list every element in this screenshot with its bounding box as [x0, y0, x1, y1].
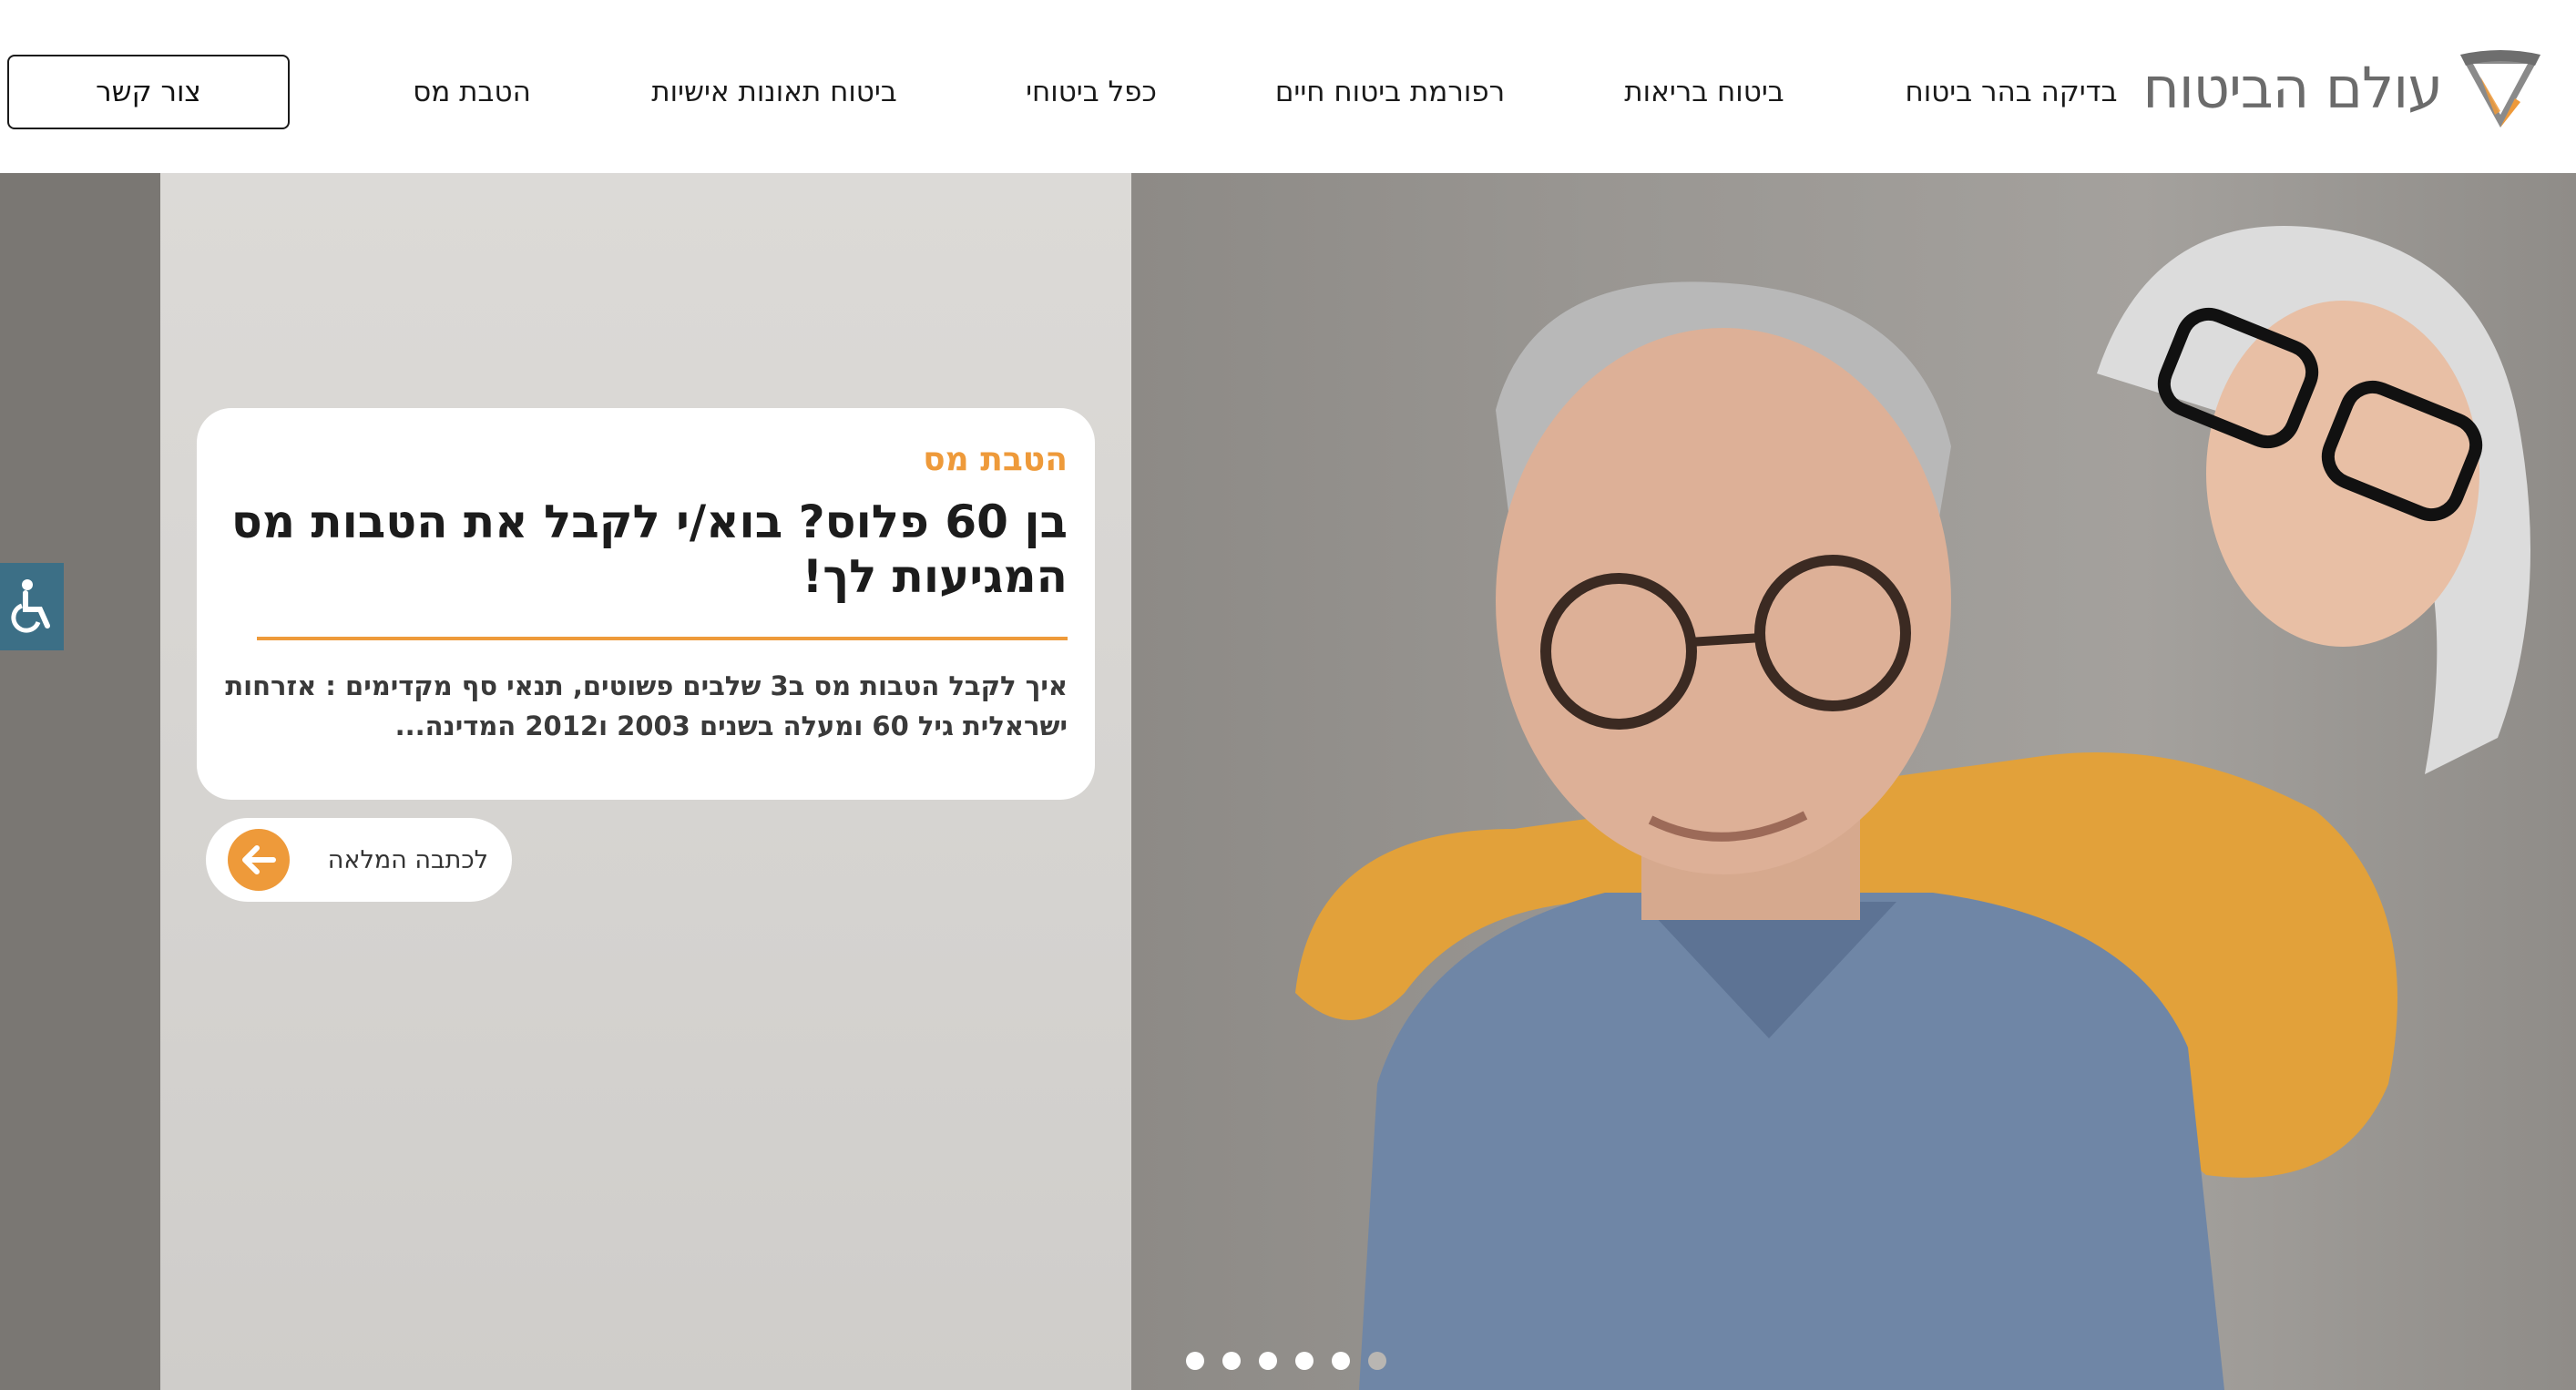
hero-slider: הטבת מס בן 60 פלוס? בוא/י לקבל את הטבות … — [0, 173, 2576, 1390]
nav-item-personal-accidents[interactable]: ביטוח תאונות אישיות — [647, 62, 902, 122]
logo-text: עולם הביטוח — [2142, 54, 2443, 121]
nav-item-health-insurance[interactable]: ביטוח בריאות — [1620, 62, 1789, 122]
nav-item-har-bituach[interactable]: בדיקה בהר ביטוח — [1902, 62, 2121, 122]
slider-dot[interactable] — [1295, 1352, 1314, 1370]
site-header: עולם הביטוח בדיקה בהר ביטוח ביטוח בריאות… — [0, 0, 2576, 173]
logo[interactable]: עולם הביטוח — [2142, 33, 2546, 142]
shield-logo-icon — [2460, 50, 2540, 128]
slider-dot[interactable] — [1332, 1352, 1350, 1370]
slider-dot[interactable] — [1186, 1352, 1204, 1370]
nav-item-life-insurance-reform[interactable]: רפורמת ביטוח חיים — [1272, 62, 1508, 122]
arrow-left-icon — [228, 829, 290, 891]
read-more-button[interactable]: לכתבה המלאה — [206, 818, 512, 902]
card-divider — [257, 637, 1068, 640]
article-card: הטבת מס בן 60 פלוס? בוא/י לקבל את הטבות … — [197, 408, 1095, 800]
nav-item-tax-benefit[interactable]: הטבת מס — [408, 62, 536, 122]
wheelchair-icon — [11, 579, 50, 633]
hero-photo-senior-couple — [1131, 173, 2576, 1390]
accessibility-button[interactable] — [0, 563, 64, 650]
nav-item-double-insurance[interactable]: כפל ביטוחי — [1018, 62, 1164, 122]
article-category[interactable]: הטבת מס — [224, 441, 1068, 478]
article-excerpt: איך לקבל הטבות מס ב3 שלבים פשוטים, תנאי … — [225, 670, 1068, 741]
senior-couple-illustration — [1295, 226, 2530, 1390]
article-title[interactable]: בן 60 פלוס? בוא/י לקבל את הטבות מס המגיע… — [224, 495, 1068, 604]
hero-left-strip — [0, 173, 160, 1390]
slider-dots — [1186, 1352, 1386, 1370]
read-more-label: לכתבה המלאה — [327, 845, 488, 874]
contact-button[interactable]: צור קשר — [7, 55, 290, 129]
slider-dot[interactable] — [1222, 1352, 1241, 1370]
slider-dot[interactable] — [1259, 1352, 1277, 1370]
slider-dot-active[interactable] — [1368, 1352, 1386, 1370]
